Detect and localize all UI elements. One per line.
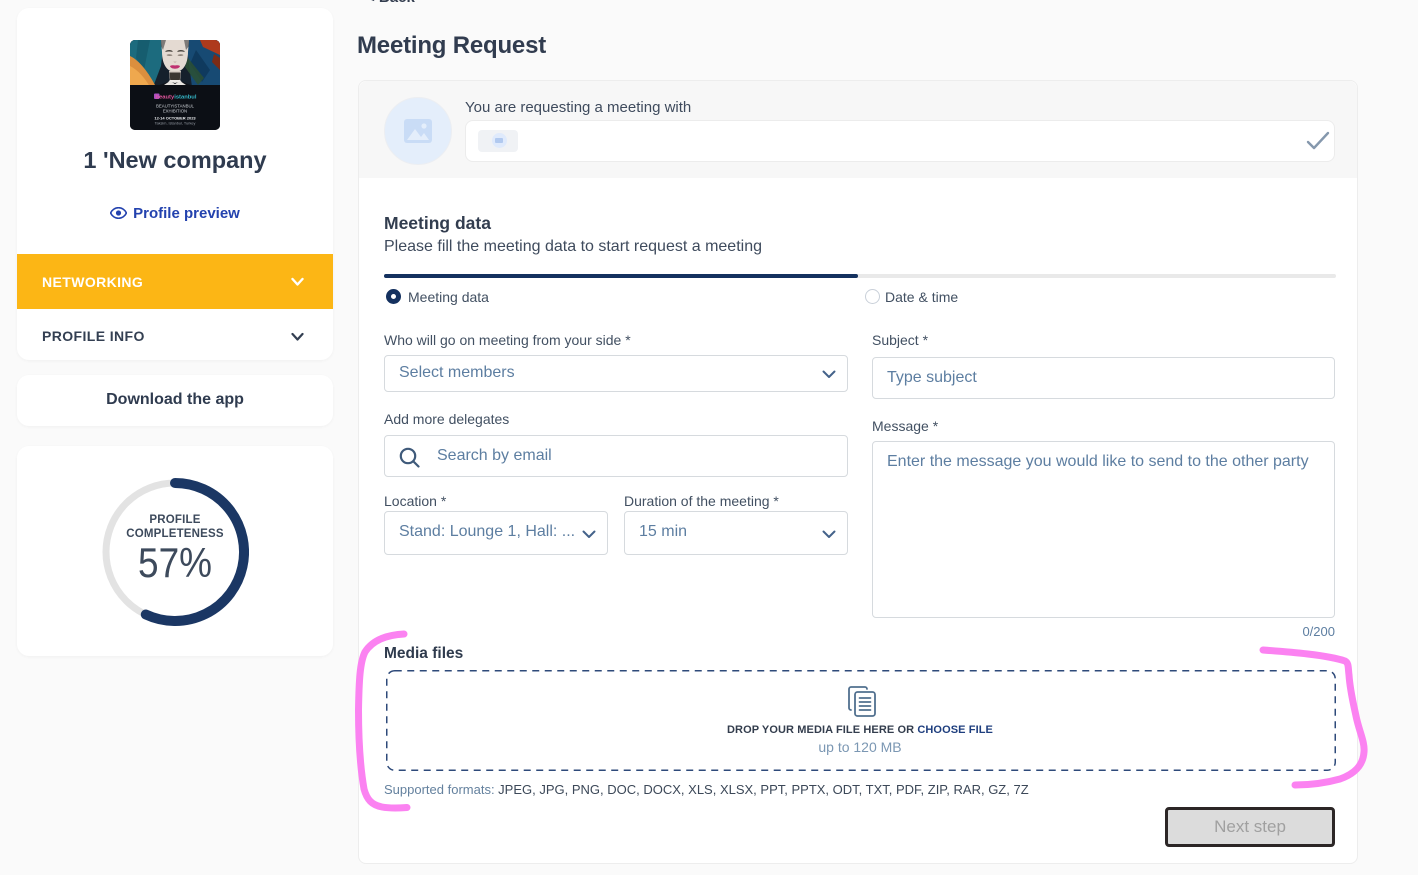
svg-text:Taksim, Istanbul, Turkey: Taksim, Istanbul, Turkey xyxy=(155,122,196,126)
svg-text:EXHIBITION: EXHIBITION xyxy=(163,109,187,114)
svg-text:12-14 OCTOBER 2023: 12-14 OCTOBER 2023 xyxy=(154,116,196,121)
svg-text:beautyistanbul: beautyistanbul xyxy=(156,95,197,101)
